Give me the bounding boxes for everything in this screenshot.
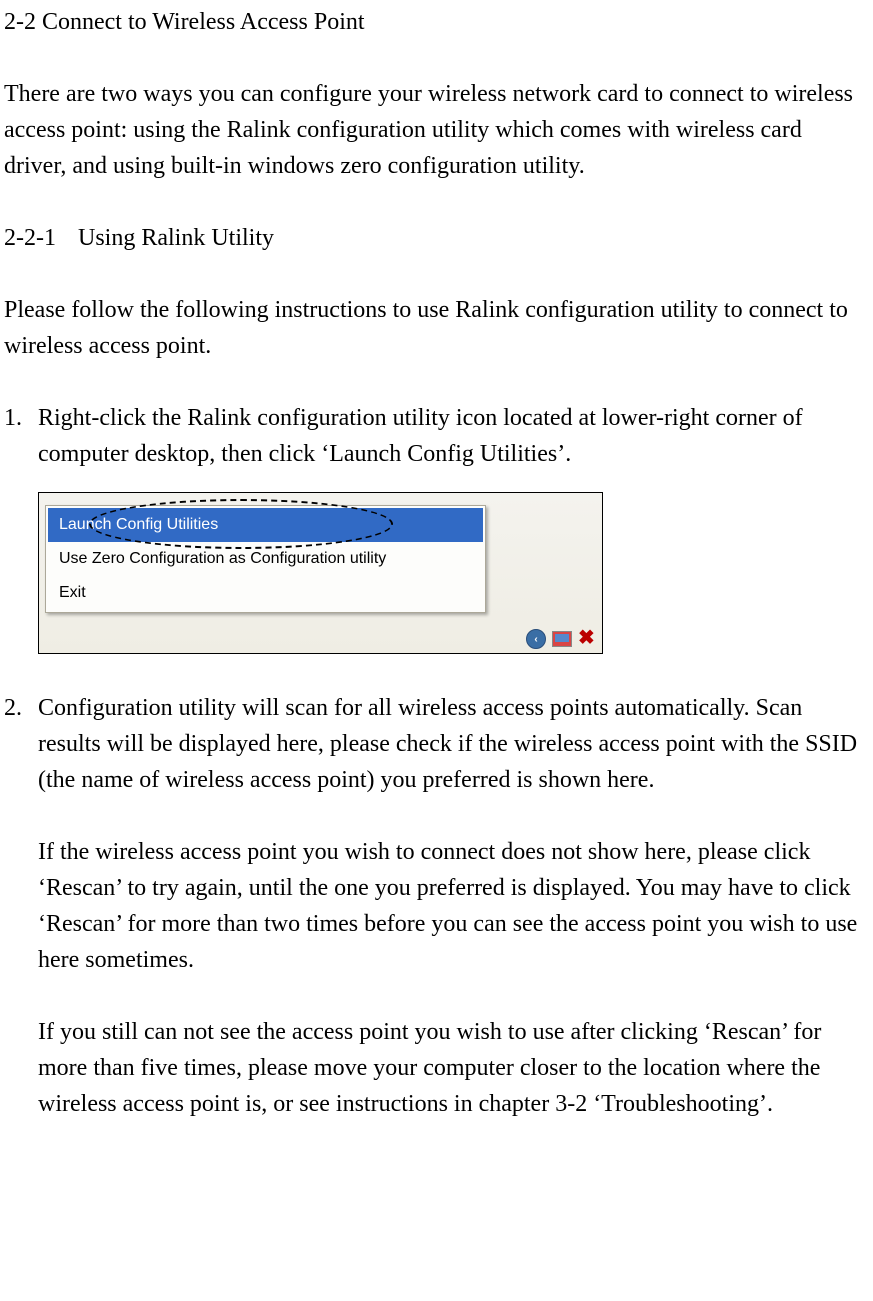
step-2: 2. Configuration utility will scan for a… [4, 690, 869, 1122]
screenshot-context-menu: Launch Config Utilities Use Zero Configu… [38, 492, 603, 654]
subsection-heading: 2-2-1 Using Ralink Utility [4, 220, 869, 256]
step-1: 1. Right-click the Ralink configuration … [4, 400, 869, 472]
monitor-icon[interactable] [552, 631, 572, 647]
subsection-title: Using Ralink Utility [78, 225, 274, 251]
step-2-para-1: Configuration utility will scan for all … [38, 690, 869, 798]
tray-expand-icon[interactable]: ‹ [526, 629, 546, 649]
ralink-utility-icon[interactable]: ✖ [578, 630, 596, 648]
system-tray: ‹ ✖ [526, 629, 596, 649]
menu-item-exit[interactable]: Exit [48, 576, 483, 610]
step-1-text: Right-click the Ralink configuration uti… [38, 400, 869, 472]
menu-item-launch-config[interactable]: Launch Config Utilities [48, 508, 483, 542]
section-heading: 2-2 Connect to Wireless Access Point [4, 4, 869, 40]
subsection-number: 2-2-1 [4, 220, 56, 256]
intro-paragraph: There are two ways you can configure you… [4, 76, 869, 184]
step-number: 2. [4, 690, 38, 1122]
menu-item-zero-config[interactable]: Use Zero Configuration as Configuration … [48, 542, 483, 576]
step-2-para-3: If you still can not see the access poin… [38, 1014, 869, 1122]
context-menu: Launch Config Utilities Use Zero Configu… [45, 505, 486, 613]
step-2-para-2: If the wireless access point you wish to… [38, 834, 869, 978]
subsection-intro: Please follow the following instructions… [4, 292, 869, 364]
step-number: 1. [4, 400, 38, 472]
